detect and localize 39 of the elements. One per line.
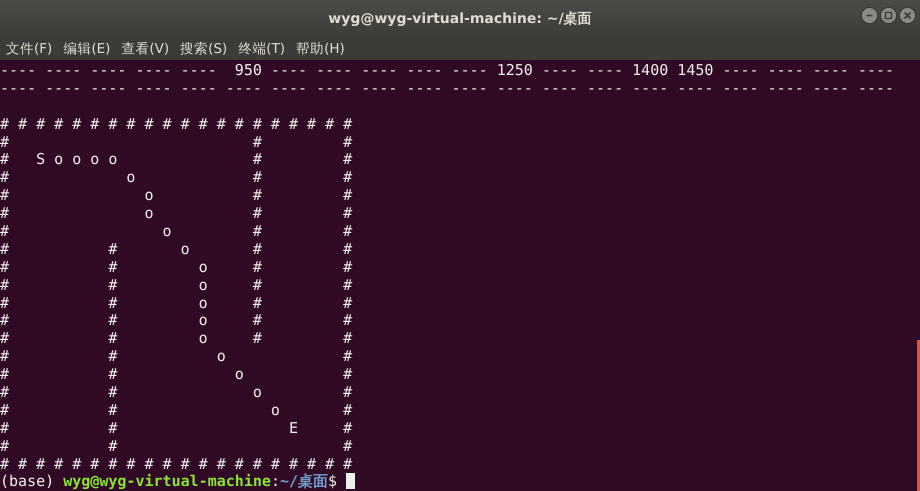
menu-item[interactable]: 搜索(S) (180, 40, 228, 58)
window-title: wyg@wyg-virtual-machine: ~/桌面 (328, 10, 592, 28)
terminal-output-line: # # # # # # # # # # # # # # # # # # # # (0, 114, 352, 133)
terminal-output-line: # # o # # (0, 240, 352, 258)
close-icon[interactable] (899, 7, 916, 24)
menu-item[interactable]: 编辑(E) (63, 40, 110, 58)
terminal-output-line: # o # # (0, 168, 352, 186)
user-host-label: wyg@wyg-virtual-machine (63, 472, 271, 490)
terminal-output-line: # # # # # # # # # # # # # # # # # # # # (0, 454, 352, 473)
maximize-icon[interactable] (880, 7, 897, 24)
current-path-label: ~/桌面 (280, 472, 328, 490)
terminal-output-line: # o # # (0, 222, 352, 240)
terminal-output-line: # # # (0, 436, 352, 455)
terminal-output-line: # # # (0, 132, 352, 151)
terminal-output-line: # # o # # (0, 329, 352, 348)
terminal-output-line: # # o # (0, 400, 352, 419)
prompt-symbol: $ (328, 472, 338, 490)
menu-item[interactable]: 查看(V) (121, 40, 170, 58)
prompt-separator: : (270, 472, 280, 490)
menu-item[interactable]: 终端(T) (238, 40, 286, 58)
terminal-output-line: # # E # (0, 418, 352, 437)
terminal-output-line: # # o # (0, 383, 352, 402)
minimize-icon[interactable] (861, 7, 878, 24)
terminal-output-line: # # o # # (0, 294, 352, 312)
terminal-output-line: # S o o o o # # (0, 150, 352, 168)
terminal-output-line: # o # # (0, 204, 352, 222)
terminal-output-line: # # o # # (0, 276, 352, 294)
terminal-output-line: # # o # (0, 365, 352, 384)
terminal-output-line: # # o # (0, 347, 352, 366)
menu-item[interactable]: 文件(F) (6, 40, 52, 58)
terminal-output-line: # o # # (0, 186, 352, 204)
text-cursor (346, 473, 356, 490)
menu-item[interactable]: 帮助(H) (296, 40, 345, 58)
terminal-output-line: ---- ---- ---- ---- ---- 950 ---- ---- ---- ---- ---- 1250 ---- ---- 1400 1450 ---- ---- ---- ---- (0, 61, 894, 79)
terminal-output-line: ---- ---- ---- ---- ---- ---- ---- ---- ---- ---- ---- ---- ---- ---- ---- ---- ---- ---- ---- ---- (0, 78, 894, 97)
scrollbar-indicator[interactable] (917, 340, 920, 491)
terminal-output-line: # # o # # (0, 311, 352, 330)
conda-env-label: (base) (0, 472, 54, 490)
terminal-output-line: # # o # # (0, 258, 352, 276)
